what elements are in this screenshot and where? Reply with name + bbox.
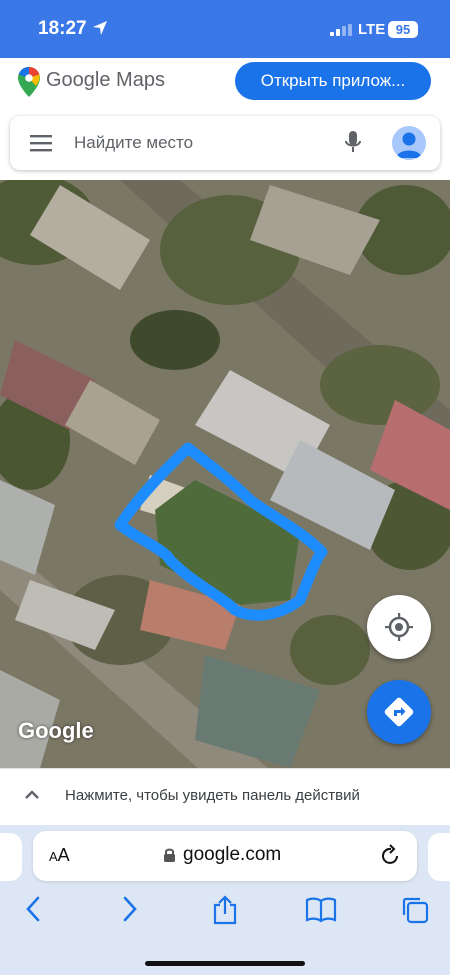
url-text[interactable]: google.com bbox=[183, 844, 281, 866]
browser-toolbar: AA google.com bbox=[0, 825, 450, 975]
location-arrow-icon bbox=[92, 20, 108, 41]
search-input[interactable]: Найдите место bbox=[74, 133, 193, 153]
next-tab-edge[interactable] bbox=[428, 833, 450, 881]
share-icon[interactable] bbox=[212, 895, 238, 930]
satellite-map[interactable]: Google bbox=[0, 180, 450, 768]
action-panel-hint[interactable]: Нажмите, чтобы увидеть панель действий bbox=[65, 787, 360, 804]
directions-icon bbox=[384, 697, 414, 727]
forward-icon[interactable] bbox=[121, 895, 139, 928]
logo-text: Google Maps bbox=[46, 69, 165, 91]
status-time: 18:27 bbox=[38, 18, 87, 39]
reader-settings-large-a: A bbox=[57, 845, 70, 865]
reader-settings-button[interactable]: AA bbox=[49, 845, 70, 866]
open-app-button[interactable]: Открыть прилож... bbox=[235, 62, 431, 100]
app-header: Google Maps Открыть прилож... bbox=[0, 58, 450, 104]
maps-pin-icon bbox=[18, 67, 40, 102]
my-location-icon bbox=[385, 613, 413, 641]
my-location-button[interactable] bbox=[367, 595, 431, 659]
home-indicator bbox=[145, 961, 305, 966]
chevron-up-icon[interactable] bbox=[24, 788, 40, 806]
reader-settings-small-a: A bbox=[49, 849, 58, 864]
back-icon[interactable] bbox=[24, 895, 42, 928]
menu-icon[interactable] bbox=[30, 134, 52, 157]
network-label: LTE bbox=[358, 21, 386, 38]
battery-indicator: 95 bbox=[388, 21, 418, 38]
lock-icon bbox=[163, 847, 176, 868]
microphone-icon[interactable] bbox=[344, 130, 362, 161]
directions-button[interactable] bbox=[367, 680, 431, 744]
avatar-icon[interactable] bbox=[392, 126, 426, 160]
bookmarks-icon[interactable] bbox=[305, 895, 337, 928]
search-box[interactable]: Найдите место bbox=[10, 116, 440, 170]
reload-icon[interactable] bbox=[381, 844, 401, 871]
previous-tab-edge[interactable] bbox=[0, 833, 22, 881]
status-bar: 18:27 LTE 95 bbox=[0, 0, 450, 58]
action-panel-bar[interactable]: Нажмите, чтобы увидеть панель действий bbox=[0, 768, 450, 825]
map-watermark: Google bbox=[18, 718, 94, 743]
signal-icon bbox=[330, 23, 352, 41]
tabs-icon[interactable] bbox=[400, 895, 430, 930]
address-bar[interactable]: AA google.com bbox=[33, 831, 417, 881]
